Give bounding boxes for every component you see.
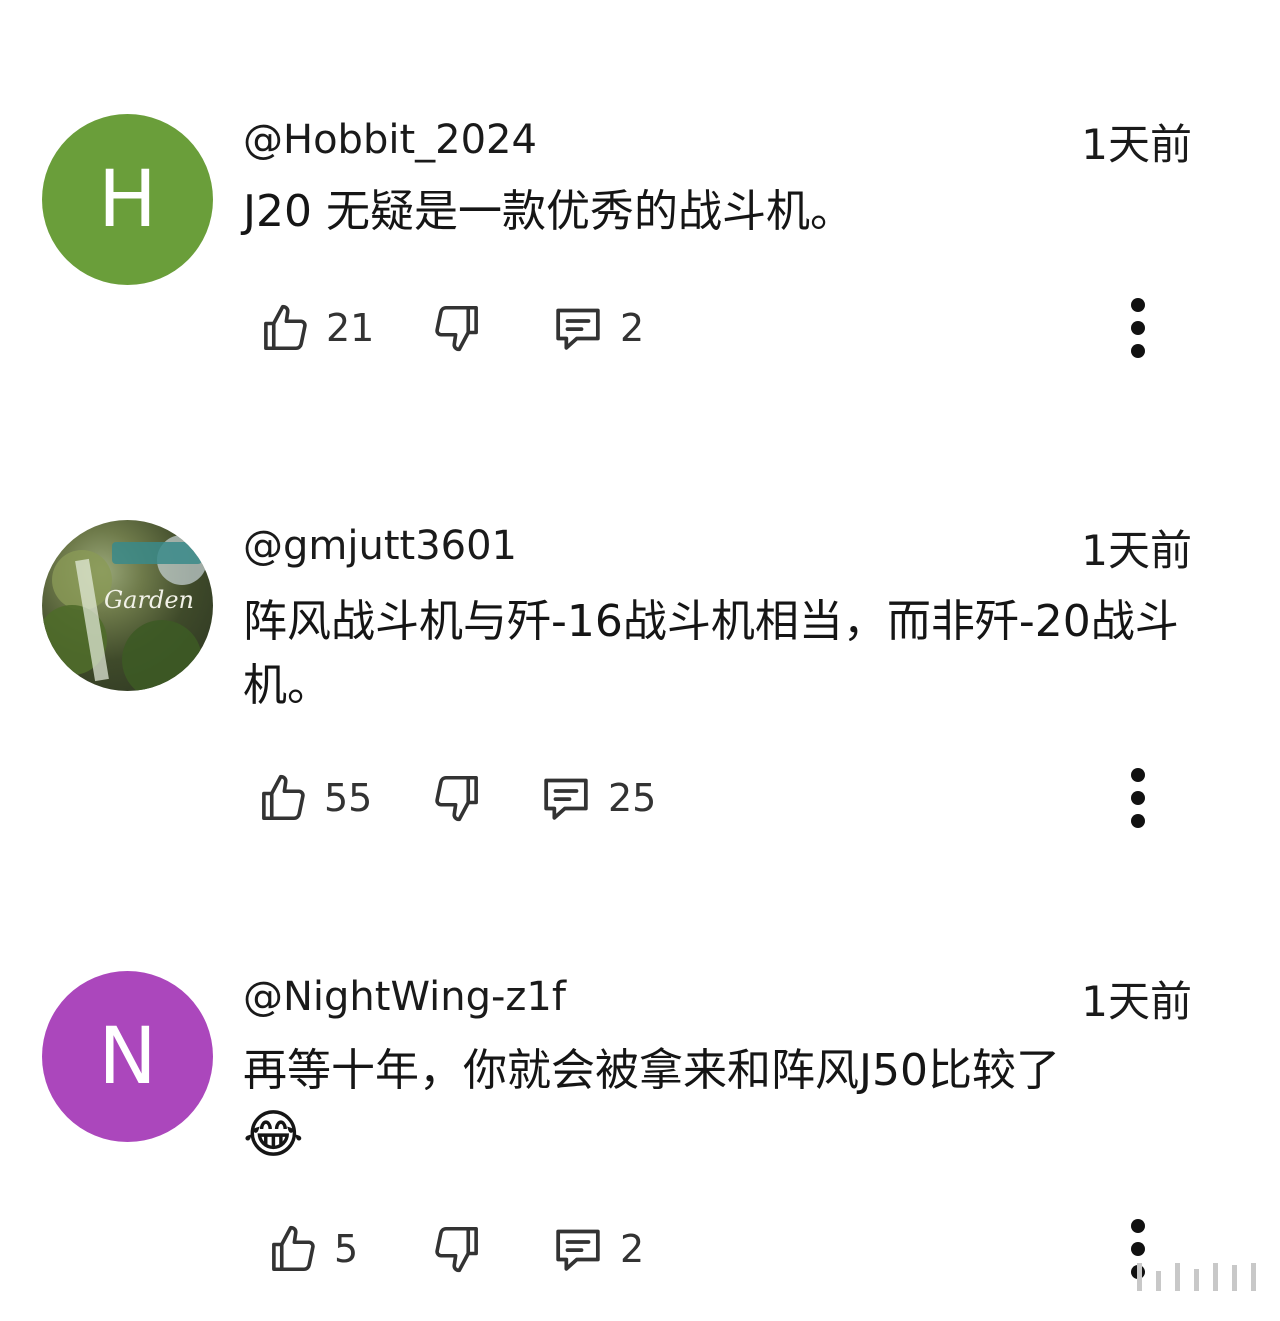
- like-count: 55: [324, 776, 373, 820]
- watermark-strip: [1137, 1263, 1256, 1291]
- comment-text: 再等十年，你就会被拿来和阵风J50比较了 😂: [243, 1039, 1218, 1170]
- thumbs-down-icon: [430, 1222, 484, 1276]
- comment-icon: [538, 770, 594, 826]
- reply-count: 2: [620, 1227, 645, 1271]
- comment-actions: 55 25: [0, 768, 1280, 828]
- avatar-image: Garden: [42, 535, 207, 691]
- reply-count: 2: [620, 306, 645, 350]
- comment-text-content: 再等十年，你就会被拿来和阵风J50比较了: [243, 1045, 1060, 1096]
- laughing-emoji-icon: 😂: [243, 1105, 304, 1165]
- more-options-button[interactable]: [1118, 298, 1158, 358]
- reply-button[interactable]: 2: [550, 298, 644, 358]
- like-count: 21: [326, 306, 375, 350]
- more-vertical-icon: [1131, 298, 1145, 312]
- thumbs-down-icon: [430, 771, 484, 825]
- comment-icon: [550, 300, 606, 356]
- avatar[interactable]: Garden: [42, 520, 213, 691]
- comment-time: 1天前: [1081, 526, 1192, 575]
- avatar-photo-text: Garden: [104, 586, 194, 614]
- like-count: 5: [334, 1227, 359, 1271]
- like-button[interactable]: 21: [258, 298, 374, 358]
- dislike-button[interactable]: [430, 768, 484, 828]
- dislike-button[interactable]: [430, 1219, 484, 1279]
- comment-actions: 5 2: [0, 1219, 1280, 1279]
- avatar-letter: H: [98, 154, 157, 245]
- thumbs-up-icon: [266, 1222, 320, 1276]
- dislike-button[interactable]: [430, 298, 484, 358]
- comment-author[interactable]: @Hobbit_2024: [243, 116, 537, 164]
- thumbs-up-icon: [258, 301, 312, 355]
- like-button[interactable]: 5: [266, 1219, 358, 1279]
- more-vertical-icon: [1131, 768, 1145, 782]
- comment-time: 1天前: [1081, 977, 1192, 1026]
- comment-author[interactable]: @NightWing-z1f: [243, 973, 566, 1021]
- avatar-letter: N: [98, 1011, 157, 1102]
- reply-count: 25: [608, 776, 657, 820]
- comment-icon: [550, 1221, 606, 1277]
- avatar[interactable]: N: [42, 971, 213, 1142]
- comment-time: 1天前: [1081, 120, 1192, 169]
- more-vertical-icon: [1131, 1219, 1145, 1233]
- comment-author[interactable]: @gmjutt3601: [243, 522, 517, 570]
- like-button[interactable]: 55: [256, 768, 372, 828]
- more-options-button[interactable]: [1118, 768, 1158, 828]
- thumbs-down-icon: [430, 301, 484, 355]
- comment-actions: 21 2: [0, 298, 1280, 358]
- reply-button[interactable]: 25: [538, 768, 656, 828]
- reply-button[interactable]: 2: [550, 1219, 644, 1279]
- avatar[interactable]: H: [42, 114, 213, 285]
- comment-text: 阵风战斗机与歼-16战斗机相当，而非歼-20战斗机。: [243, 596, 1179, 711]
- comment-text: J20 无疑是一款优秀的战斗机。: [243, 186, 854, 237]
- thumbs-up-icon: [256, 771, 310, 825]
